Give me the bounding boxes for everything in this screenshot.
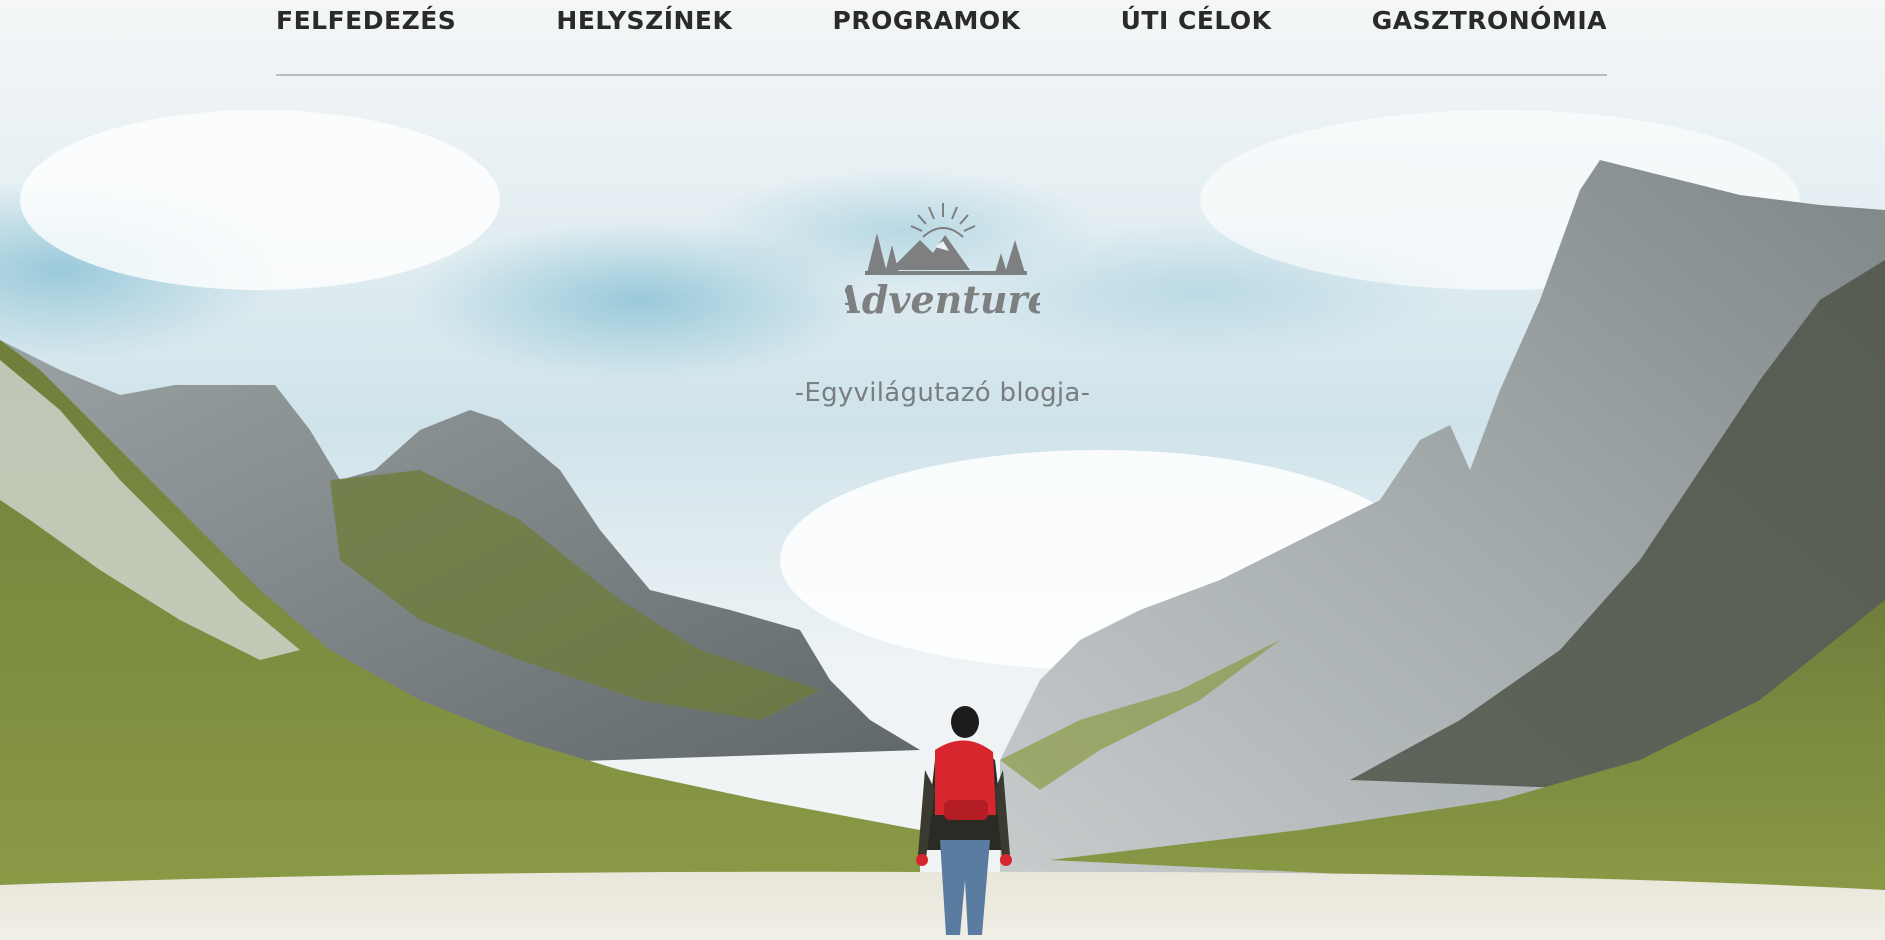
nav-item-gasztronomia[interactable]: GASZTRONÓMIA	[1372, 6, 1607, 36]
hero-section: FELFEDEZÉS HELYSZÍNEK PROGRAMOK ÚTI CÉLO…	[0, 0, 1885, 940]
mountain-landscape-image	[0, 0, 1885, 940]
tagline: -Egyvilágutazó blogja-	[794, 378, 1091, 408]
nav-item-programok[interactable]: PROGRAMOK	[833, 6, 1021, 36]
nav-item-felfedezes[interactable]: FELFEDEZÉS	[276, 6, 456, 36]
adventure-logo[interactable]: Adventure	[845, 195, 1040, 345]
nav-item-uti-celok[interactable]: ÚTI CÉLOK	[1121, 6, 1272, 36]
logo-text: Adventure	[845, 277, 1040, 322]
nav-item-helyszinek[interactable]: HELYSZÍNEK	[556, 6, 732, 36]
main-nav: FELFEDEZÉS HELYSZÍNEK PROGRAMOK ÚTI CÉLO…	[276, 0, 1607, 76]
